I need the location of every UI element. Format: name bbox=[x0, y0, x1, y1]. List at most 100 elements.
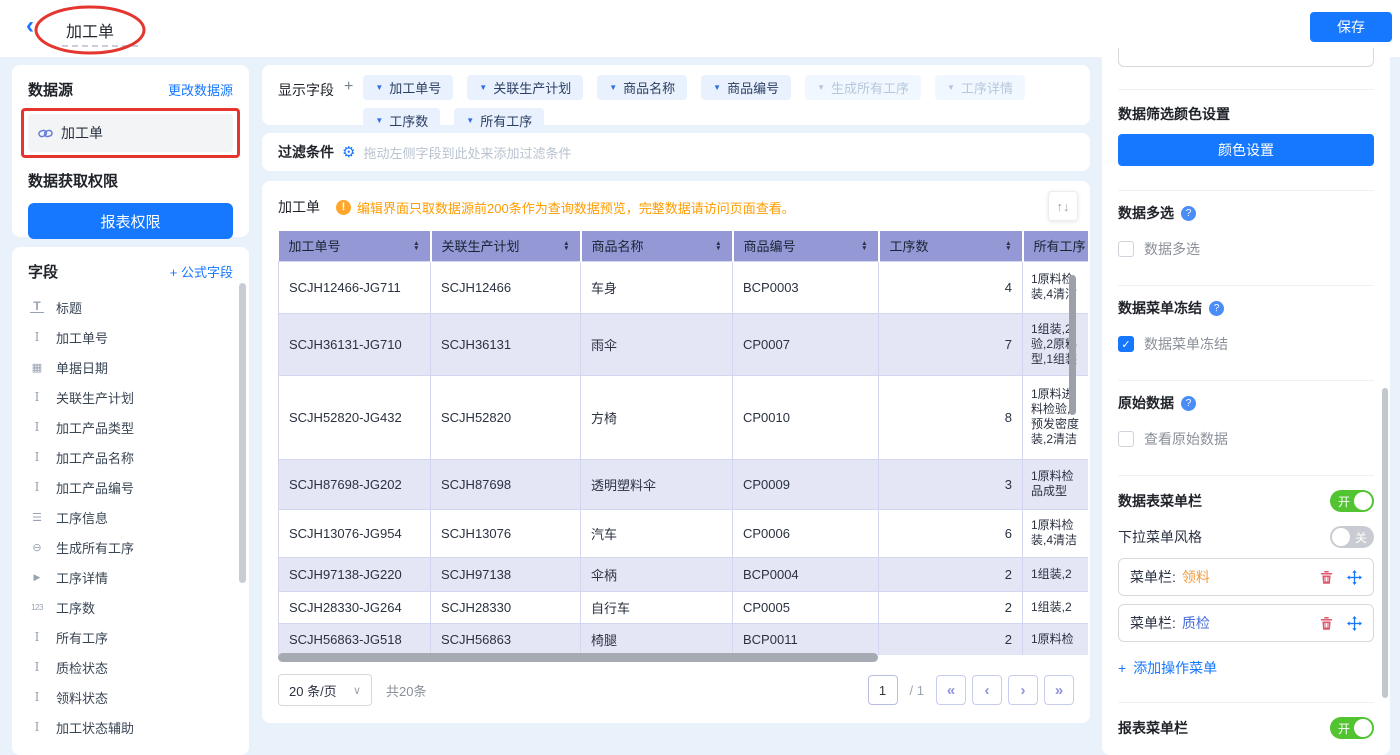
add-action-menu-link[interactable]: + 添加操作菜单 bbox=[1118, 658, 1374, 678]
table-cell: SCJH52820 bbox=[431, 375, 581, 459]
display-field-chip-5[interactable]: ▼工序详情 bbox=[935, 75, 1025, 100]
first-page-button[interactable]: « bbox=[936, 675, 966, 705]
report-menu-header: 报表菜单栏 bbox=[1118, 718, 1188, 738]
truncated-input[interactable] bbox=[1118, 48, 1374, 67]
field-item-label: 加工单号 bbox=[56, 328, 108, 347]
table-cell: SCJH13076 bbox=[431, 509, 581, 557]
text-icon: I bbox=[28, 390, 46, 404]
table-row[interactable]: SCJH87698-JG202SCJH87698透明塑料伞CP000931原料检… bbox=[279, 459, 1089, 509]
save-button[interactable]: 保存 bbox=[1310, 12, 1392, 42]
list-icon: ☰ bbox=[28, 511, 46, 524]
table-row[interactable]: SCJH28330-JG264SCJH28330自行车CP000521组装,2 bbox=[279, 591, 1089, 623]
table-cell: 车身 bbox=[581, 261, 733, 313]
sort-arrows-icon[interactable]: ▲▼ bbox=[861, 241, 867, 251]
table-cell: 透明塑料伞 bbox=[581, 459, 733, 509]
chevron-down-icon: ▼ bbox=[375, 83, 383, 92]
page-title[interactable]: 加工单 bbox=[66, 18, 114, 42]
field-item-14[interactable]: I加工状态辅助 bbox=[28, 712, 233, 742]
table-row[interactable]: SCJH52820-JG432SCJH52820方椅CP001081原料进 料检… bbox=[279, 375, 1089, 459]
text-icon: I bbox=[28, 330, 46, 344]
menu-bar-item-0[interactable]: 菜单栏:领料 bbox=[1118, 558, 1374, 596]
table-row[interactable]: SCJH36131-JG710SCJH36131雨伞CP000771组装,2 验… bbox=[279, 313, 1089, 375]
field-item-3[interactable]: I关联生产计划 bbox=[28, 382, 233, 412]
field-item-9[interactable]: ▶工序详情 bbox=[28, 562, 233, 592]
question-icon[interactable]: ? bbox=[1181, 206, 1196, 221]
settings-scrollbar[interactable] bbox=[1382, 388, 1388, 698]
display-field-chip-2[interactable]: ▼商品名称 bbox=[597, 75, 687, 100]
field-item-12[interactable]: I质检状态 bbox=[28, 652, 233, 682]
field-item-0[interactable]: T标题 bbox=[28, 292, 233, 322]
number-icon: 123 bbox=[28, 603, 46, 612]
table-horizontal-scrollbar[interactable] bbox=[278, 653, 1088, 663]
fields-scrollbar[interactable] bbox=[239, 283, 246, 583]
table-row[interactable]: SCJH97138-JG220SCJH97138伞柄BCP000421组装,2 bbox=[279, 557, 1089, 591]
datasource-item[interactable]: 加工单 bbox=[28, 114, 233, 152]
field-item-2[interactable]: ▦单据日期 bbox=[28, 352, 233, 382]
report-permission-button[interactable]: 报表权限 bbox=[28, 203, 233, 239]
move-icon[interactable] bbox=[1347, 616, 1362, 631]
text-icon: I bbox=[28, 660, 46, 674]
sort-button[interactable]: ↑↓ bbox=[1048, 191, 1078, 221]
display-field-chip-6[interactable]: ▼工序数 bbox=[363, 108, 440, 133]
table-cell: 8 bbox=[879, 375, 1023, 459]
move-icon[interactable] bbox=[1347, 570, 1362, 585]
dropdown-style-toggle[interactable]: 关 bbox=[1330, 526, 1374, 548]
field-item-11[interactable]: I所有工序 bbox=[28, 622, 233, 652]
table-cell: 自行车 bbox=[581, 591, 733, 623]
trash-icon[interactable] bbox=[1319, 616, 1334, 631]
table-menu-header: 数据表菜单栏 bbox=[1118, 491, 1202, 511]
field-item-1[interactable]: I 加工单号 bbox=[28, 322, 233, 352]
table-cell: 1原料检 bbox=[1023, 623, 1089, 655]
field-item-8[interactable]: ⊖生成所有工序 bbox=[28, 532, 233, 562]
add-display-field-icon[interactable]: + bbox=[344, 78, 353, 96]
question-icon[interactable]: ? bbox=[1181, 396, 1196, 411]
display-field-chip-0[interactable]: ▼加工单号 bbox=[363, 75, 453, 100]
raw-data-checkbox[interactable] bbox=[1118, 431, 1134, 447]
question-icon[interactable]: ? bbox=[1209, 301, 1224, 316]
color-settings-button[interactable]: 颜色设置 bbox=[1118, 134, 1374, 166]
table-menu-toggle[interactable]: 开 bbox=[1330, 490, 1374, 512]
field-item-6[interactable]: I加工产品编号 bbox=[28, 472, 233, 502]
table-row[interactable]: SCJH13076-JG954SCJH13076汽车CP000661原料检 装,… bbox=[279, 509, 1089, 557]
table-wrap: 加工单号▲▼关联生产计划▲▼商品名称▲▼商品编号▲▼工序数▲▼所有工序 SCJH… bbox=[278, 231, 1088, 655]
chip-label: 关联生产计划 bbox=[493, 78, 571, 97]
display-field-chip-7[interactable]: ▼所有工序 bbox=[454, 108, 544, 133]
gear-icon[interactable]: ⚙ bbox=[342, 143, 355, 161]
field-item-5[interactable]: I加工产品名称 bbox=[28, 442, 233, 472]
sort-arrows-icon[interactable]: ▲▼ bbox=[1005, 241, 1011, 251]
multi-select-checkbox[interactable] bbox=[1118, 241, 1134, 257]
add-formula-field-link[interactable]: + 公式字段 bbox=[170, 262, 233, 281]
last-page-button[interactable]: » bbox=[1044, 675, 1074, 705]
report-menu-toggle[interactable]: 开 bbox=[1330, 717, 1374, 739]
field-item-7[interactable]: ☰工序信息 bbox=[28, 502, 233, 532]
page-number-input[interactable]: 1 bbox=[868, 675, 898, 705]
menu-bar-item-1[interactable]: 菜单栏:质检 bbox=[1118, 604, 1374, 642]
sort-arrows-icon[interactable]: ▲▼ bbox=[563, 241, 569, 251]
table-cell: 1组装,2 验,2原料 型,1组装 bbox=[1023, 313, 1089, 375]
display-field-chip-3[interactable]: ▼商品编号 bbox=[701, 75, 791, 100]
back-icon[interactable]: ‹ bbox=[26, 12, 34, 40]
menu-freeze-checkbox[interactable]: ✓ bbox=[1118, 336, 1134, 352]
column-header-0: 加工单号▲▼ bbox=[279, 231, 431, 261]
field-item-10[interactable]: 123工序数 bbox=[28, 592, 233, 622]
prev-page-button[interactable]: ‹ bbox=[972, 675, 1002, 705]
table-vertical-scrollbar[interactable] bbox=[1069, 275, 1076, 415]
table-cell: 1组装,2 bbox=[1023, 591, 1089, 623]
table-cell: 1原料进 料检验, 预发密度 装,2清洁 bbox=[1023, 375, 1089, 459]
table-row[interactable]: SCJH12466-JG711SCJH12466车身BCP000341原料检 装… bbox=[279, 261, 1089, 313]
field-item-4[interactable]: I加工产品类型 bbox=[28, 412, 233, 442]
generate-icon: ⊖ bbox=[28, 541, 46, 554]
chip-label: 生成所有工序 bbox=[831, 78, 909, 97]
sort-arrows-icon[interactable]: ▲▼ bbox=[715, 241, 721, 251]
change-datasource-link[interactable]: 更改数据源 bbox=[168, 80, 233, 99]
sort-arrows-icon[interactable]: ▲▼ bbox=[413, 241, 419, 251]
menu-item-prefix: 菜单栏: bbox=[1130, 613, 1176, 633]
table-cell: SCJH87698-JG202 bbox=[279, 459, 431, 509]
display-field-chip-1[interactable]: ▼关联生产计划 bbox=[467, 75, 583, 100]
next-page-button[interactable]: › bbox=[1008, 675, 1038, 705]
field-item-13[interactable]: I领料状态 bbox=[28, 682, 233, 712]
display-field-chip-4[interactable]: ▼生成所有工序 bbox=[805, 75, 921, 100]
page-size-select[interactable]: 20 条/页 ∨ bbox=[278, 674, 372, 706]
table-row[interactable]: SCJH56863-JG518SCJH56863椅腿BCP001121原料检 bbox=[279, 623, 1089, 655]
trash-icon[interactable] bbox=[1319, 570, 1334, 585]
